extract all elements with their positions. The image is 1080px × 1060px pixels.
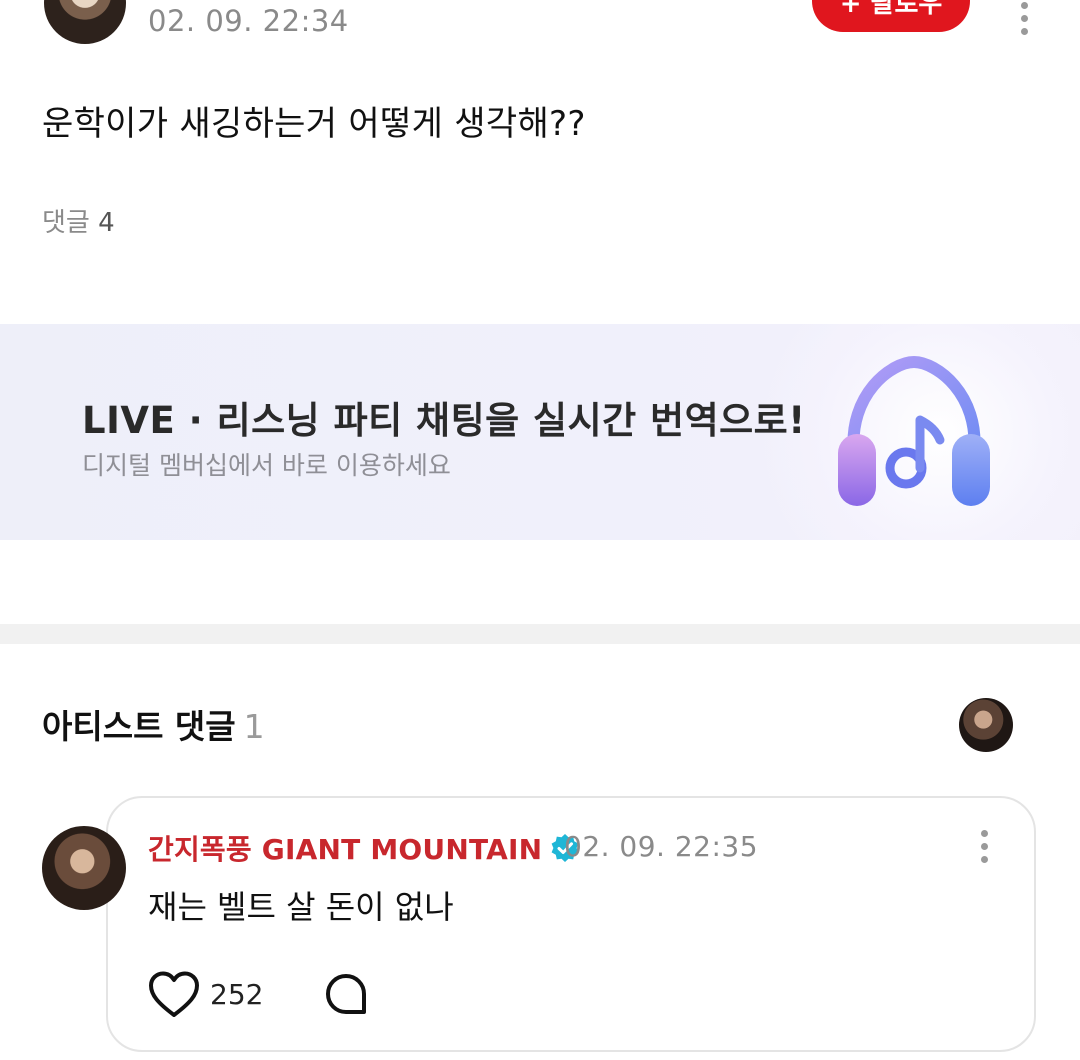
- artist-avatar[interactable]: [959, 698, 1013, 752]
- comment-timestamp: 02. 09. 22:35: [564, 830, 759, 863]
- comment-text: 재는 벨트 살 돈이 없나: [148, 888, 454, 926]
- author-avatar[interactable]: [44, 0, 126, 44]
- artist-comments-title: 아티스트 댓글: [42, 707, 236, 746]
- commenter-name[interactable]: 간지폭풍 GIANT MOUNTAIN: [148, 828, 580, 868]
- post-header: 02. 09. 22:34 + 팔로우: [0, 0, 1080, 60]
- comment-count[interactable]: 댓글 4: [42, 202, 115, 239]
- headphones-music-icon: [838, 355, 990, 506]
- section-divider: [0, 624, 1080, 644]
- promo-banner[interactable]: LIVE · 리스닝 파티 채팅을 실시간 번역으로! 디지털 멤버십에서 바로…: [0, 324, 1080, 540]
- follow-button-label: + 팔로우: [839, 0, 943, 19]
- artist-comments-count: 1: [243, 707, 265, 746]
- commenter-name-text: 간지폭풍 GIANT MOUNTAIN: [148, 833, 543, 866]
- reply-bubble-icon[interactable]: [324, 972, 368, 1016]
- artist-comments-heading: 아티스트 댓글 1: [42, 700, 265, 748]
- comment-more-icon[interactable]: [974, 830, 994, 863]
- post-timestamp: 02. 09. 22:34: [148, 4, 349, 38]
- commenter-avatar[interactable]: [42, 826, 126, 910]
- follow-button[interactable]: + 팔로우: [812, 0, 970, 32]
- post-body: 운학이가 새깅하는거 어떻게 생각해??: [42, 104, 586, 144]
- post-more-icon[interactable]: [1014, 2, 1034, 35]
- heart-icon[interactable]: [148, 970, 200, 1020]
- comment-count-number: 4: [98, 208, 115, 238]
- banner-title: LIVE · 리스닝 파티 채팅을 실시간 번역으로!: [82, 399, 806, 442]
- banner-subtitle: 디지털 멤버십에서 바로 이용하세요: [82, 451, 451, 480]
- like-count: 252: [210, 978, 264, 1011]
- comment-count-label: 댓글: [42, 208, 90, 238]
